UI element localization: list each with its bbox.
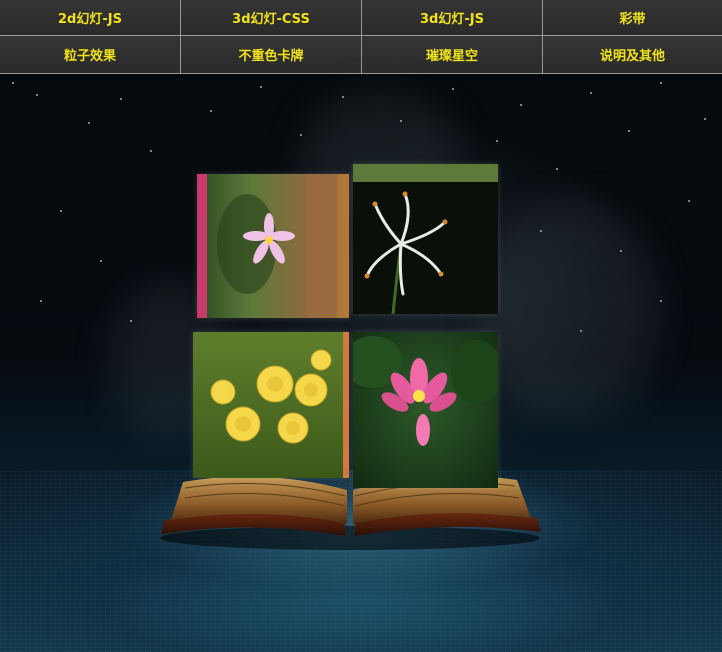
nav-unique-color-cards[interactable]: 不重色卡牌 bbox=[181, 36, 362, 74]
nav-2d-slideshow-js[interactable]: 2d幻灯-JS bbox=[0, 0, 181, 36]
nav-about-and-more[interactable]: 说明及其他 bbox=[543, 36, 722, 74]
tile-white-spider-lily bbox=[353, 164, 498, 314]
nav-3d-slideshow-css[interactable]: 3d幻灯-CSS bbox=[181, 0, 362, 36]
top-navigation: 2d幻灯-JS 3d幻灯-CSS 3d幻灯-JS 彩带 粒子效果 不重色卡牌 璀… bbox=[0, 0, 722, 74]
rotating-photo-cube[interactable] bbox=[185, 158, 500, 493]
nav-starry-sky[interactable]: 璀璨星空 bbox=[362, 36, 543, 74]
nav-ribbon[interactable]: 彩带 bbox=[543, 0, 722, 36]
nav-particle-effect[interactable]: 粒子效果 bbox=[0, 36, 181, 74]
tile-pink-star-flower bbox=[197, 174, 349, 318]
smoke-wisp bbox=[480, 200, 660, 420]
nav-3d-slideshow-js[interactable]: 3d幻灯-JS bbox=[362, 0, 543, 36]
tile-yellow-roses bbox=[193, 332, 349, 478]
tile-pink-lotus bbox=[353, 332, 498, 488]
page: 2d幻灯-JS 3d幻灯-CSS 3d幻灯-JS 彩带 粒子效果 不重色卡牌 璀… bbox=[0, 0, 722, 652]
